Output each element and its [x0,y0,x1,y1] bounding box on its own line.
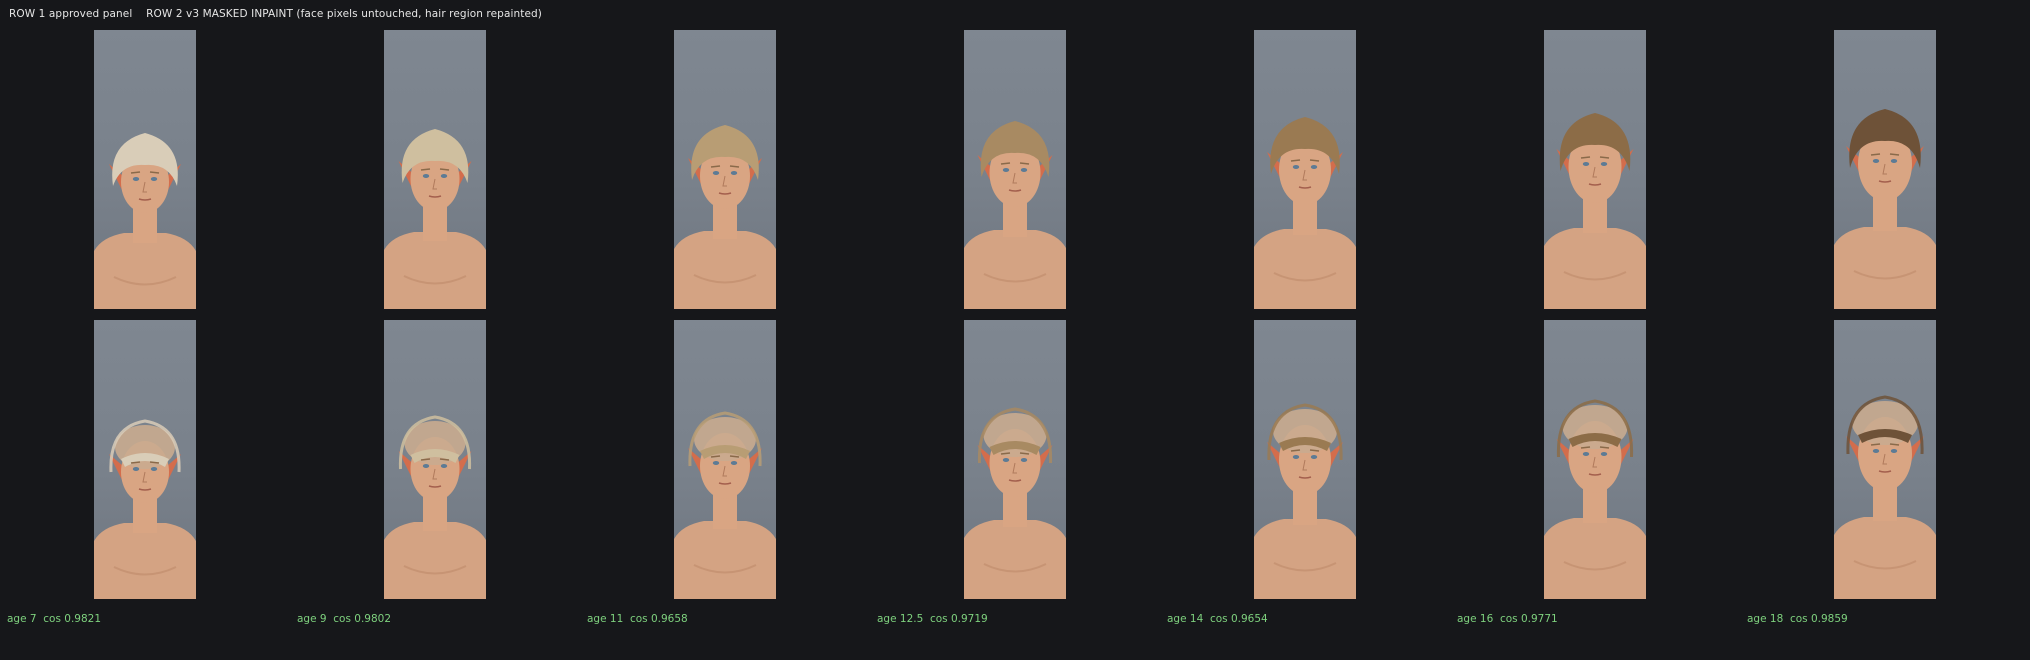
panel-caption: age 12.5 cos 0.9719 [877,613,988,625]
age-label: age 16 [1457,613,1494,625]
panel-caption: age 16 cos 0.9771 [1457,613,1558,625]
row1-label: ROW 1 approved panel [9,8,133,20]
age-label: age 7 [7,613,37,625]
age-label: age 18 [1747,613,1784,625]
row2-label: ROW 2 v3 MASKED INPAINT (face pixels unt… [146,8,542,20]
inpaint-portrait [964,320,1066,599]
header-labels: ROW 1 approved panel ROW 2 v3 MASKED INP… [9,8,542,20]
age-label: age 12.5 [877,613,924,625]
cosine-score: cos 0.9802 [333,613,392,625]
panel-caption: age 9 cos 0.9802 [297,613,391,625]
cosine-score: cos 0.9658 [629,613,688,625]
approved-portrait [674,30,776,309]
cosine-score: cos 0.9654 [1209,613,1268,625]
approved-portrait [1254,30,1356,309]
approved-portrait [964,30,1066,309]
cosine-score: cos 0.9771 [1499,613,1558,625]
inpaint-portrait [674,320,776,599]
inpaint-portrait [1254,320,1356,599]
panel-caption: age 18 cos 0.9859 [1747,613,1848,625]
inpaint-portrait [1834,320,1936,599]
panel-caption: age 7 cos 0.9821 [7,613,101,625]
panel-caption: age 11 cos 0.9658 [587,613,688,625]
inpaint-portrait [384,320,486,599]
cosine-score: cos 0.9821 [43,613,102,625]
approved-portrait [384,30,486,309]
age-label: age 11 [587,613,624,625]
approved-portrait [1544,30,1646,309]
cosine-score: cos 0.9859 [1789,613,1848,625]
age-label: age 9 [297,613,327,625]
panel-caption: age 14 cos 0.9654 [1167,613,1268,625]
cosine-score: cos 0.9719 [929,613,988,625]
age-label: age 14 [1167,613,1204,625]
inpaint-portrait [1544,320,1646,599]
inpaint-portrait [94,320,196,599]
approved-portrait [1834,30,1936,309]
approved-portrait [94,30,196,309]
